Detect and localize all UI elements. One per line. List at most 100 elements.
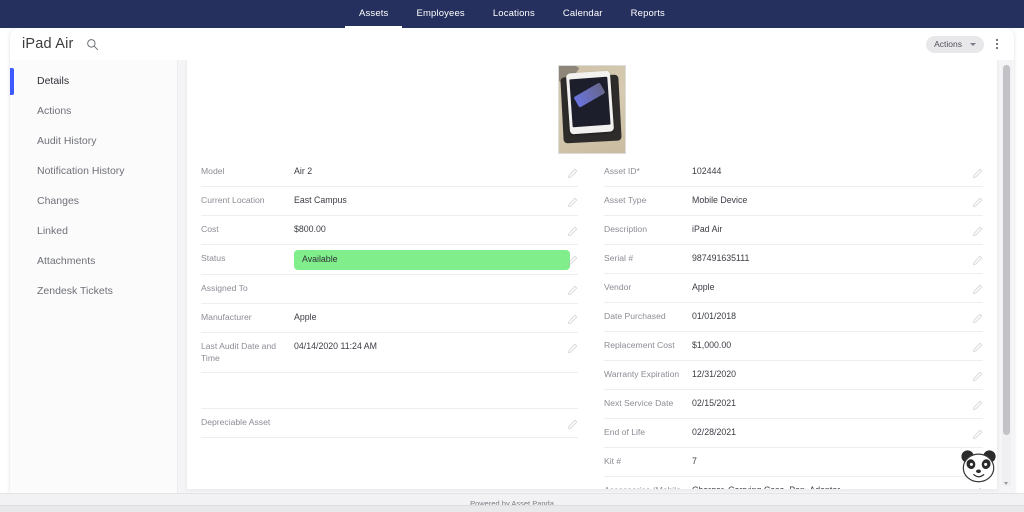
detail-row: Replacement Cost $1,000.00	[604, 332, 983, 361]
sidebar: Details Actions Audit History Notification …	[10, 60, 178, 494]
pencil-icon[interactable]	[567, 312, 578, 325]
pencil-icon[interactable]	[567, 417, 578, 430]
detail-field-label: Status	[201, 253, 226, 263]
panda-mascot-icon[interactable]	[958, 448, 1000, 486]
footer-bottom-strip	[0, 505, 1024, 512]
detail-field-label: Last Audit Date and Time	[201, 341, 277, 363]
scrollbar-thumb[interactable]	[1003, 65, 1010, 435]
nav-tab-reports[interactable]: Reports	[617, 0, 679, 28]
detail-row: Description iPad Air	[604, 216, 983, 245]
pencil-icon[interactable]	[972, 427, 983, 440]
detail-field-label: Cost	[201, 224, 219, 234]
detail-field-label: Accessories (Mobile Device)	[604, 485, 681, 490]
pencil-icon[interactable]	[567, 224, 578, 237]
detail-row: Serial # 987491635111	[604, 245, 983, 274]
detail-field-value: 01/01/2018	[692, 311, 737, 321]
page-body: Details Actions Audit History Notification …	[10, 60, 1014, 494]
detail-field-value: 12/31/2020	[692, 369, 737, 379]
detail-row-spacer	[201, 373, 578, 409]
page-card: iPad Air Actions Details Actions Audit H…	[10, 28, 1014, 494]
detail-field-value: $800.00	[294, 224, 326, 234]
pencil-icon[interactable]	[972, 166, 983, 179]
sidebar-item-label: Notification History	[37, 165, 125, 177]
vertical-scrollbar[interactable]	[1002, 65, 1011, 486]
pencil-icon[interactable]	[972, 369, 983, 382]
header-actions-group: Actions	[926, 35, 1004, 53]
nav-tab-employees[interactable]: Employees	[402, 0, 478, 28]
detail-field-label: Description	[604, 224, 647, 234]
detail-field-label: Depreciable Asset	[201, 417, 271, 427]
detail-field-label: Manufacturer	[201, 312, 252, 322]
details-left-column: Model Air 2 Current Location East Campus Cos…	[187, 158, 592, 489]
pencil-icon[interactable]	[567, 253, 578, 266]
detail-field-value: 102444	[692, 166, 722, 176]
sidebar-item-label: Zendesk Tickets	[37, 285, 113, 297]
detail-row: Warranty Expiration 12/31/2020	[604, 361, 983, 390]
detail-field-label: Current Location	[201, 195, 265, 205]
top-nav-items: Assets Employees Locations Calendar Reports	[345, 0, 679, 28]
detail-field-label: Model	[201, 166, 225, 176]
sidebar-item-attachments[interactable]: Attachments	[10, 246, 177, 276]
more-vertical-icon[interactable]	[990, 35, 1004, 53]
detail-field-label: Warranty Expiration	[604, 369, 680, 379]
detail-field-value: 02/15/2021	[692, 398, 737, 408]
detail-field-value: Charger, Carrying Case, Pen, Adapter	[692, 485, 841, 490]
details-panel: Model Air 2 Current Location East Campus Cos…	[186, 60, 998, 490]
detail-field-label: End of Life	[604, 427, 646, 437]
detail-row: End of Life 02/28/2021	[604, 419, 983, 448]
detail-field-value: 7	[692, 456, 697, 466]
nav-tab-assets[interactable]: Assets	[345, 0, 403, 28]
search-icon[interactable]	[86, 37, 100, 51]
asset-photo-thumbnail[interactable]	[558, 64, 626, 154]
pencil-icon[interactable]	[567, 283, 578, 296]
detail-row: Asset Type Mobile Device	[604, 187, 983, 216]
chevron-down-icon	[970, 42, 976, 46]
pencil-icon[interactable]	[972, 224, 983, 237]
nav-tab-calendar[interactable]: Calendar	[549, 0, 617, 28]
detail-field-value: 04/14/2020 11:24 AM	[294, 341, 377, 351]
sidebar-item-actions[interactable]: Actions	[10, 96, 177, 126]
pencil-icon[interactable]	[567, 166, 578, 179]
pencil-icon[interactable]	[567, 195, 578, 208]
sidebar-item-label: Audit History	[37, 135, 97, 147]
sidebar-item-notification-history[interactable]: Notification History	[10, 156, 177, 186]
sidebar-item-details[interactable]: Details	[10, 66, 177, 96]
detail-field-label: Serial #	[604, 253, 634, 263]
nav-tab-locations[interactable]: Locations	[479, 0, 549, 28]
detail-field-label	[201, 380, 294, 381]
sidebar-item-label: Changes	[37, 195, 80, 207]
detail-field-value: East Campus	[294, 195, 347, 205]
pencil-icon[interactable]	[972, 398, 983, 411]
pencil-icon[interactable]	[972, 282, 983, 295]
sidebar-item-label: Linked	[37, 225, 68, 237]
detail-field-value: Air 2	[294, 166, 313, 176]
pencil-icon[interactable]	[972, 340, 983, 353]
pencil-icon[interactable]	[972, 311, 983, 324]
page-header: iPad Air Actions	[10, 28, 1014, 60]
pencil-icon[interactable]	[972, 195, 983, 208]
sidebar-item-linked[interactable]: Linked	[10, 216, 177, 246]
actions-dropdown-button[interactable]: Actions	[926, 35, 984, 53]
sidebar-item-zendesk-tickets[interactable]: Zendesk Tickets	[10, 276, 177, 306]
detail-field-label: Next Service Date	[604, 398, 674, 408]
detail-row: Model Air 2	[201, 158, 578, 187]
content-area: Model Air 2 Current Location East Campus Cos…	[178, 60, 1014, 494]
detail-row: Asset ID* 102444	[604, 158, 983, 187]
detail-row: Next Service Date 02/15/2021	[604, 390, 983, 419]
page-title: iPad Air	[22, 36, 74, 52]
detail-field-label: Vendor	[604, 282, 632, 292]
detail-field-value: Apple	[692, 282, 715, 292]
sidebar-item-label: Attachments	[37, 255, 96, 267]
app-root: Assets Employees Locations Calendar Reports …	[0, 0, 1024, 512]
scroll-down-arrow-icon[interactable]	[1004, 482, 1008, 485]
pencil-icon[interactable]	[972, 253, 983, 266]
status-badge: Available	[294, 250, 570, 270]
detail-row: Depreciable Asset	[201, 409, 578, 438]
sidebar-item-audit-history[interactable]: Audit History	[10, 126, 177, 156]
detail-row: Kit # 7	[604, 448, 983, 477]
pencil-icon[interactable]	[567, 341, 578, 354]
sidebar-item-changes[interactable]: Changes	[10, 186, 177, 216]
detail-row: Cost $800.00	[201, 216, 578, 245]
actions-dropdown-label: Actions	[934, 39, 962, 49]
detail-field-label: Asset ID*	[604, 166, 640, 176]
